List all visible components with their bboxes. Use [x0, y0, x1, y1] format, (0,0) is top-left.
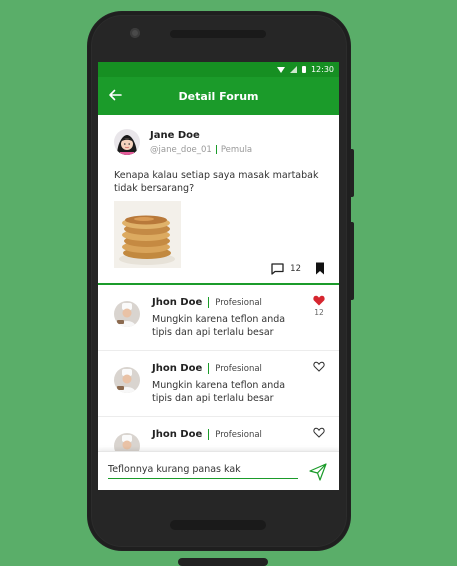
reply-input[interactable]: Teflonnya kurang panas kak — [108, 464, 298, 479]
comment-text: Mungkin karena teflon anda tipis dan api… — [152, 314, 286, 338]
comment-author-level: Profesional — [215, 363, 262, 374]
app-screen: 12:30 Detail Forum Jane Doe @jane_doe_01… — [98, 62, 339, 490]
comment-author-name: Jhon Doe — [152, 429, 203, 440]
avatar[interactable] — [114, 129, 140, 155]
post-author-name: Jane Doe — [150, 129, 200, 141]
battery-icon — [301, 66, 306, 73]
divider — [215, 144, 217, 154]
post-actions: 12 — [271, 262, 325, 275]
heart-outline-icon[interactable] — [313, 427, 325, 438]
send-icon[interactable] — [309, 463, 327, 481]
comment-author-name: Jhon Doe — [152, 363, 203, 374]
forum-post: Jane Doe @jane_doe_01 Pemula Kenapa kalau… — [98, 115, 339, 285]
power-button — [350, 149, 354, 197]
avatar[interactable] — [114, 367, 140, 393]
post-question: Kenapa kalau setiap saya masak martabak … — [114, 170, 319, 194]
comment-header: Jhon Doe Profesional — [152, 363, 297, 374]
post-image[interactable] — [114, 201, 181, 268]
phone-stand — [178, 558, 268, 566]
like-control — [313, 361, 325, 374]
status-time: 12:30 — [310, 65, 334, 74]
like-control: 12 — [313, 295, 325, 317]
front-camera — [130, 28, 140, 38]
divider — [208, 363, 210, 374]
arrow-left-icon[interactable] — [107, 87, 123, 103]
comment-count: 12 — [290, 263, 301, 274]
comment-header: Jhon Doe Profesional — [152, 429, 297, 440]
comment-item: Jhon Doe Profesional Mungkin karena teflo… — [98, 285, 339, 351]
like-count: 12 — [314, 308, 324, 317]
heart-outline-icon[interactable] — [313, 361, 325, 372]
avatar[interactable] — [114, 301, 140, 327]
comment-author-level: Profesional — [215, 429, 262, 440]
signal-icon — [289, 66, 297, 73]
comment-author-name: Jhon Doe — [152, 297, 203, 308]
page-title: Detail Forum — [178, 89, 259, 103]
like-control — [313, 427, 325, 440]
comment-header: Jhon Doe Profesional — [152, 297, 297, 308]
post-author-handle: @jane_doe_01 — [150, 144, 212, 155]
wifi-icon — [276, 66, 285, 73]
heart-filled-icon[interactable] — [313, 295, 325, 306]
comment-icon[interactable] — [271, 262, 284, 275]
status-bar: 12:30 — [98, 62, 339, 77]
comment-author-level: Profesional — [215, 297, 262, 308]
post-author-level: Pemula — [220, 144, 253, 155]
bookmark-icon[interactable] — [315, 262, 325, 275]
bottom-speaker — [170, 520, 266, 530]
post-author: Jane Doe @jane_doe_01 Pemula — [114, 129, 325, 155]
volume-button — [350, 222, 354, 300]
divider — [208, 429, 210, 440]
app-bar: Detail Forum — [98, 77, 339, 115]
comment-text: Mungkin karena teflon anda tipis dan api… — [152, 380, 286, 404]
divider — [208, 297, 210, 308]
post-author-meta: @jane_doe_01 Pemula — [150, 144, 253, 155]
reply-bar: Teflonnya kurang panas kak — [98, 451, 339, 490]
earpiece-speaker — [170, 30, 266, 38]
comment-item: Jhon Doe Profesional Mungkin karena teflo… — [98, 351, 339, 417]
